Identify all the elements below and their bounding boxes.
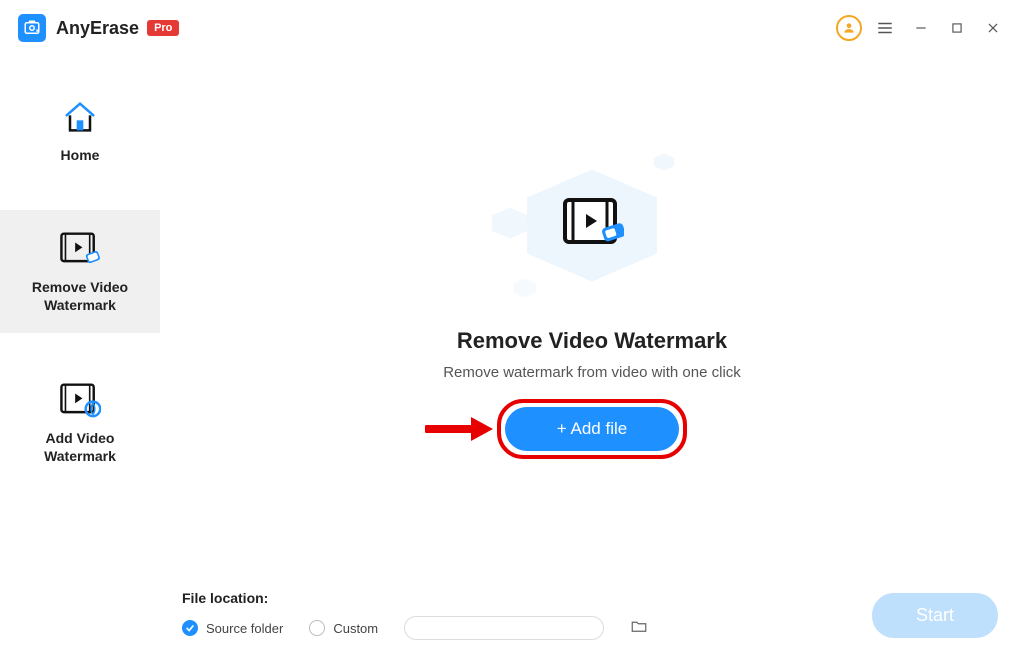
app-name: AnyErase — [56, 18, 139, 39]
sidebar: Home Remove Video Watermark Add Video Wa… — [0, 56, 160, 658]
main-heading: Remove Video Watermark — [457, 328, 727, 354]
start-button[interactable]: Start — [872, 593, 998, 638]
video-eraser-icon — [562, 197, 624, 251]
add-video-watermark-icon — [59, 379, 101, 421]
remove-video-watermark-icon — [59, 228, 101, 270]
custom-path-input[interactable] — [404, 616, 604, 640]
close-button[interactable] — [980, 15, 1006, 41]
radio-label: Source folder — [206, 621, 283, 636]
account-icon[interactable] — [836, 15, 862, 41]
main-subheading: Remove watermark from video with one cli… — [443, 364, 741, 381]
annotation-arrow-icon — [425, 413, 497, 445]
sidebar-item-label: Home — [61, 146, 100, 164]
sidebar-item-label: Remove Video Watermark — [32, 278, 128, 314]
menu-icon[interactable] — [872, 15, 898, 41]
sidebar-item-remove-video-watermark[interactable]: Remove Video Watermark — [0, 210, 160, 332]
maximize-button[interactable] — [944, 15, 970, 41]
sidebar-item-label: Add Video Watermark — [44, 429, 116, 465]
sidebar-item-home[interactable]: Home — [0, 78, 160, 182]
radio-label: Custom — [333, 621, 378, 636]
source-folder-radio[interactable]: Source folder — [182, 620, 283, 636]
main-panel: Remove Video Watermark Remove watermark … — [160, 56, 1024, 658]
check-icon — [182, 620, 198, 636]
home-icon — [59, 96, 101, 138]
sidebar-item-add-video-watermark[interactable]: Add Video Watermark — [0, 361, 160, 483]
minimize-button[interactable] — [908, 15, 934, 41]
folder-icon[interactable] — [630, 617, 648, 640]
pro-badge: Pro — [147, 20, 179, 36]
custom-radio[interactable]: Custom — [309, 620, 378, 636]
add-file-button[interactable]: + Add file — [505, 407, 679, 451]
titlebar: AnyErase Pro — [0, 0, 1024, 56]
radio-icon — [309, 620, 325, 636]
app-logo-icon — [18, 14, 46, 42]
hero-illustration — [492, 152, 692, 302]
